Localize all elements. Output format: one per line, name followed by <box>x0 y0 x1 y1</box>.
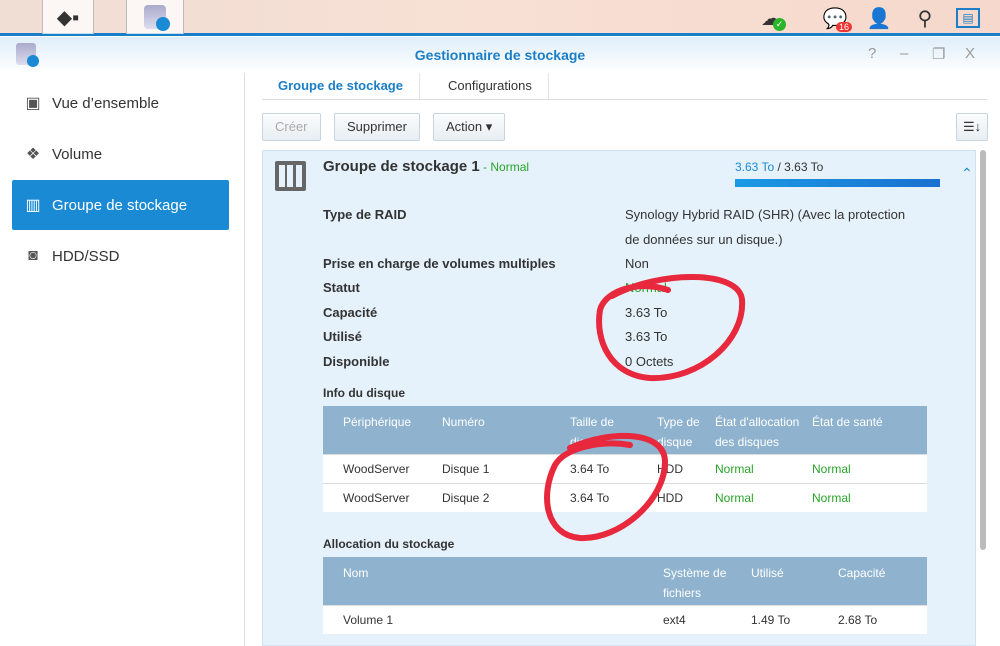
red-annotation-circles <box>544 274 746 542</box>
annotation-circle-1 <box>596 274 746 382</box>
annotation-circle-2 <box>544 432 669 542</box>
